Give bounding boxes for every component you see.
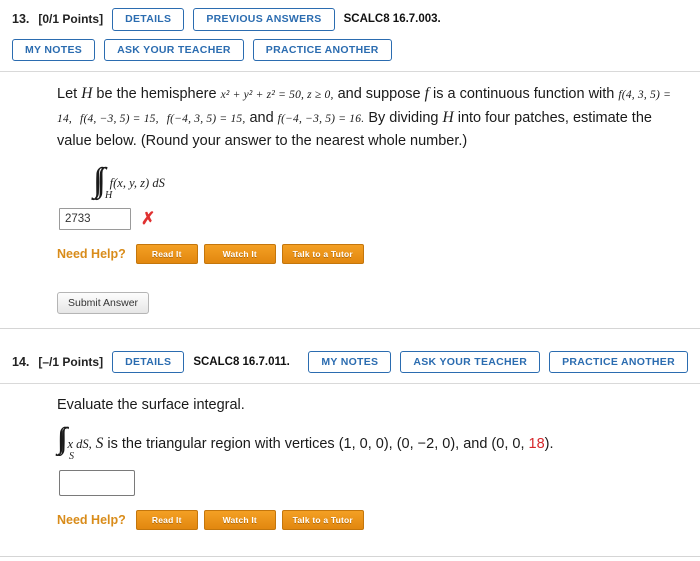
q13-text-3: and suppose xyxy=(333,86,425,102)
q13-text-and: and xyxy=(245,110,278,127)
q13-eq-hemisphere: x² + y² + z² = 50, z ≥ 0, xyxy=(220,89,334,101)
q14-highlight-value: 18 xyxy=(528,435,545,452)
q13-var-H2: H xyxy=(442,109,454,127)
submit-answer-button-13[interactable]: Submit Answer xyxy=(57,291,150,314)
problem-13-question-text: Let H be the hemisphere x² + y² + z² = 5… xyxy=(57,82,686,153)
q13-var-H: H xyxy=(81,85,93,102)
problem-13-header-row2: MY NOTES ASK YOUR TEACHER PRACTICE ANOTH… xyxy=(0,35,700,72)
problem-14-answer-row xyxy=(59,469,686,496)
incorrect-icon: ✗ xyxy=(141,209,156,229)
problem-13-body: Let H be the hemisphere x² + y² + z² = 5… xyxy=(0,72,700,276)
problem-14: 14. [–/1 Points] DETAILS SCALC8 16.7.011… xyxy=(0,341,700,557)
my-notes-button-14[interactable]: MY NOTES xyxy=(308,350,392,374)
problem-14-number: 14. xyxy=(12,354,30,369)
problem-14-help-row: Need Help? Read It Watch It Talk to a Tu… xyxy=(57,509,686,530)
watch-it-button-14[interactable]: Watch It xyxy=(203,509,276,530)
need-help-label-13: Need Help? xyxy=(57,246,126,261)
talk-to-a-tutor-button-13[interactable]: Talk to a Tutor xyxy=(281,243,364,264)
problem-13-code: SCALC8 16.7.003. xyxy=(343,13,441,26)
ask-your-teacher-button-14[interactable]: ASK YOUR TEACHER xyxy=(400,350,541,374)
problem-14-points: [–/1 Points] xyxy=(38,354,104,369)
q13-value-2: f(4, −3, 5) = 15, xyxy=(80,113,159,126)
problem-13: 13. [0/1 Points] DETAILS PREVIOUS ANSWER… xyxy=(0,0,700,341)
assignment-page: 13. [0/1 Points] DETAILS PREVIOUS ANSWER… xyxy=(0,0,700,561)
practice-another-button-13[interactable]: PRACTICE ANOTHER xyxy=(252,38,392,61)
q14-text-2: is the triangular region with vertices (… xyxy=(103,435,529,452)
integral-subscript-14: S xyxy=(69,450,74,462)
answer-input-13[interactable] xyxy=(59,207,131,230)
q13-text-4: is a continuous function with xyxy=(428,86,619,102)
problem-14-header: 14. [–/1 Points] DETAILS SCALC8 16.7.011… xyxy=(0,341,700,384)
problem-14-bottom-divider xyxy=(0,555,700,557)
problem-13-answer-row: ✗ xyxy=(59,207,686,230)
q13-value-3: f(−4, 3, 5) = 15, xyxy=(166,113,246,126)
need-help-label-14: Need Help? xyxy=(57,512,126,527)
answer-input-14[interactable] xyxy=(59,469,135,496)
problem-13-number: 13. xyxy=(12,12,30,27)
double-integral-icon: ∫∫ H xyxy=(93,161,113,201)
talk-to-a-tutor-button-14[interactable]: Talk to a Tutor xyxy=(281,509,364,530)
problem-14-body: Evaluate the surface integral. ∫∫ Sx dS, … xyxy=(0,384,700,541)
read-it-button-13[interactable]: Read It xyxy=(135,243,198,264)
previous-answers-button-13[interactable]: PREVIOUS ANSWERS xyxy=(193,8,335,31)
problem-14-header-buttons: MY NOTES ASK YOUR TEACHER PRACTICE ANOTH… xyxy=(308,350,688,374)
integral-argument-13: f(x, y, z) dS xyxy=(109,175,165,190)
integral-subscript-13: H xyxy=(105,189,113,201)
details-button-13[interactable]: DETAILS xyxy=(112,8,185,31)
q14-var-S: S xyxy=(91,434,104,452)
q13-text-2: be the hemisphere xyxy=(92,86,221,102)
read-it-button-14[interactable]: Read It xyxy=(135,509,198,530)
problem-13-points: [0/1 Points] xyxy=(38,12,104,27)
ask-your-teacher-button-13[interactable]: ASK YOUR TEACHER xyxy=(104,38,244,61)
problem-14-prompt: Evaluate the surface integral. xyxy=(57,397,245,414)
watch-it-button-13[interactable]: Watch It xyxy=(203,243,276,264)
q13-text-1: Let xyxy=(57,86,82,102)
q13-text-5: By dividing xyxy=(364,110,443,127)
problem-13-submit-row: Submit Answer xyxy=(57,291,700,314)
q13-value-4: f(−4, −3, 5) = 16. xyxy=(277,113,365,126)
problem-13-integral: ∫∫ H f(x, y, z) dS xyxy=(93,161,686,201)
q14-text-3: ). xyxy=(544,435,554,452)
details-button-14[interactable]: DETAILS xyxy=(112,350,185,374)
my-notes-button-13[interactable]: MY NOTES xyxy=(12,38,96,61)
problem-14-code: SCALC8 16.7.011. xyxy=(193,355,290,368)
problem-13-header: 13. [0/1 Points] DETAILS PREVIOUS ANSWER… xyxy=(0,0,700,35)
problem-14-statement: ∫∫ Sx dS, S is the triangular region with… xyxy=(57,423,686,461)
practice-another-button-14[interactable]: PRACTICE ANOTHER xyxy=(549,350,688,374)
double-integral-icon-14: ∫∫ S xyxy=(57,421,74,462)
problem-13-help-row: Need Help? Read It Watch It Talk to a Tu… xyxy=(57,243,686,264)
